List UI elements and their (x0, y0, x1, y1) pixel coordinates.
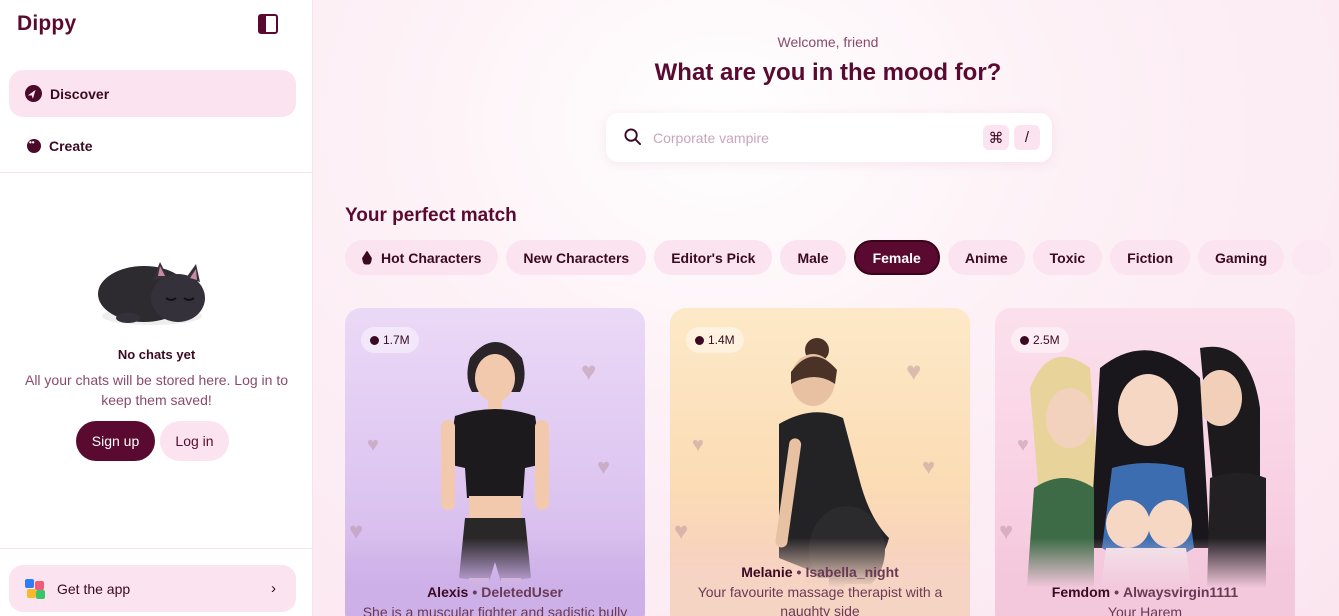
empty-state-title: No chats yet (117, 347, 196, 362)
creator-name[interactable]: DeletedUser (481, 584, 563, 600)
chat-count-badge: 1.4M (686, 327, 744, 353)
chip-female[interactable]: Female (853, 240, 940, 275)
chat-count: 1.7M (383, 333, 410, 347)
search-bar[interactable]: ⌘ / (606, 113, 1052, 162)
chip-male[interactable]: Male (780, 240, 846, 275)
chip-more[interactable] (1292, 240, 1333, 275)
character-description: Your favourite massage therapist with a … (697, 584, 943, 616)
app-store-icon (25, 578, 45, 599)
character-name: Alexis (427, 584, 469, 600)
character-card[interactable]: ♥ ♥ ♥ ♥ 1.7M Alexis • DeletedUser She is a… (345, 308, 645, 616)
app-logo[interactable]: Dippy (17, 12, 76, 36)
sidebar: Dippy Discover Create No chats yet All y… (0, 0, 313, 616)
compass-icon (25, 85, 42, 102)
card-title: Melanie • Isabella_night (670, 564, 970, 580)
sidebar-item-label: Discover (50, 85, 110, 102)
login-button[interactable]: Log in (160, 421, 229, 461)
chat-count-badge: 1.7M (361, 327, 419, 353)
chip-anime[interactable]: Anime (947, 240, 1025, 275)
character-description: Your Harem (1107, 604, 1183, 616)
get-app-label: Get the app (57, 580, 131, 597)
category-chips: Hot Characters New Characters Editor's P… (345, 240, 1333, 275)
heart-icon: ♥ (922, 454, 936, 479)
chip-gaming[interactable]: Gaming (1198, 240, 1285, 275)
heart-icon: ♥ (692, 434, 704, 456)
sidebar-item-label: Create (49, 137, 93, 154)
character-description: She is a muscular fighter and sadistic b… (362, 604, 628, 616)
heart-icon: ♥ (597, 454, 611, 479)
section-title: Your perfect match (345, 205, 517, 226)
card-title: Femdom • Alwaysvirgin1111 (995, 584, 1295, 600)
chip-editors-pick[interactable]: Editor's Pick (654, 240, 773, 275)
search-icon (624, 128, 641, 145)
separator: • (472, 584, 478, 600)
sidebar-item-discover[interactable]: Discover (9, 70, 296, 117)
divider (0, 548, 313, 549)
sidebar-item-create[interactable]: Create (9, 122, 296, 169)
empty-state-description: All your chats will be stored here. Log … (24, 372, 289, 408)
main-content: Welcome, friend What are you in the mood… (313, 0, 1339, 616)
chevron-right-icon: › (271, 580, 276, 597)
creator-name[interactable]: Isabella_night (805, 564, 898, 580)
chip-hot-characters[interactable]: Hot Characters (345, 240, 499, 275)
character-name: Femdom (1051, 584, 1111, 600)
card-title: Alexis • DeletedUser (345, 584, 645, 600)
heart-icon: ♥ (906, 356, 922, 386)
separator: • (796, 564, 802, 580)
signup-button[interactable]: Sign up (76, 421, 155, 461)
search-input[interactable] (653, 125, 973, 150)
heart-icon: ♥ (367, 434, 379, 456)
fire-icon (362, 250, 372, 265)
face-icon (27, 138, 41, 153)
page-title: What are you in the mood for? (654, 59, 1002, 86)
command-key-icon: ⌘ (983, 125, 1009, 150)
chip-label: Hot Characters (381, 249, 482, 266)
chat-count: 1.4M (708, 333, 735, 347)
character-card[interactable]: ♥ ♥ ♥ ♥ 2.5M Femdom•Alwaysvirgin1111 You… (995, 308, 1295, 616)
character-card[interactable]: ♥ ♥ ♥ ♥ 1.4M Melanie • Isabella_night Your… (670, 308, 970, 616)
chat-count: 2.5M (1033, 333, 1060, 347)
heart-icon: ♥ (581, 356, 597, 386)
chip-fiction[interactable]: Fiction (1110, 240, 1191, 275)
divider (0, 172, 313, 173)
chip-new-characters[interactable]: New Characters (506, 240, 647, 275)
character-name: Melanie (741, 564, 793, 580)
get-app-button[interactable]: Get the app › (9, 565, 296, 612)
chat-count-badge: 2.5M (1011, 327, 1069, 353)
slash-key-icon: / (1014, 125, 1040, 150)
sleeping-cat-illustration (98, 258, 206, 328)
chip-toxic[interactable]: Toxic (1032, 240, 1103, 275)
creator-name[interactable]: Alwaysvirgin1111 (1123, 584, 1238, 600)
sidebar-toggle-icon[interactable] (258, 14, 278, 34)
separator: • (1114, 584, 1120, 600)
welcome-text: Welcome, friend (777, 34, 879, 50)
